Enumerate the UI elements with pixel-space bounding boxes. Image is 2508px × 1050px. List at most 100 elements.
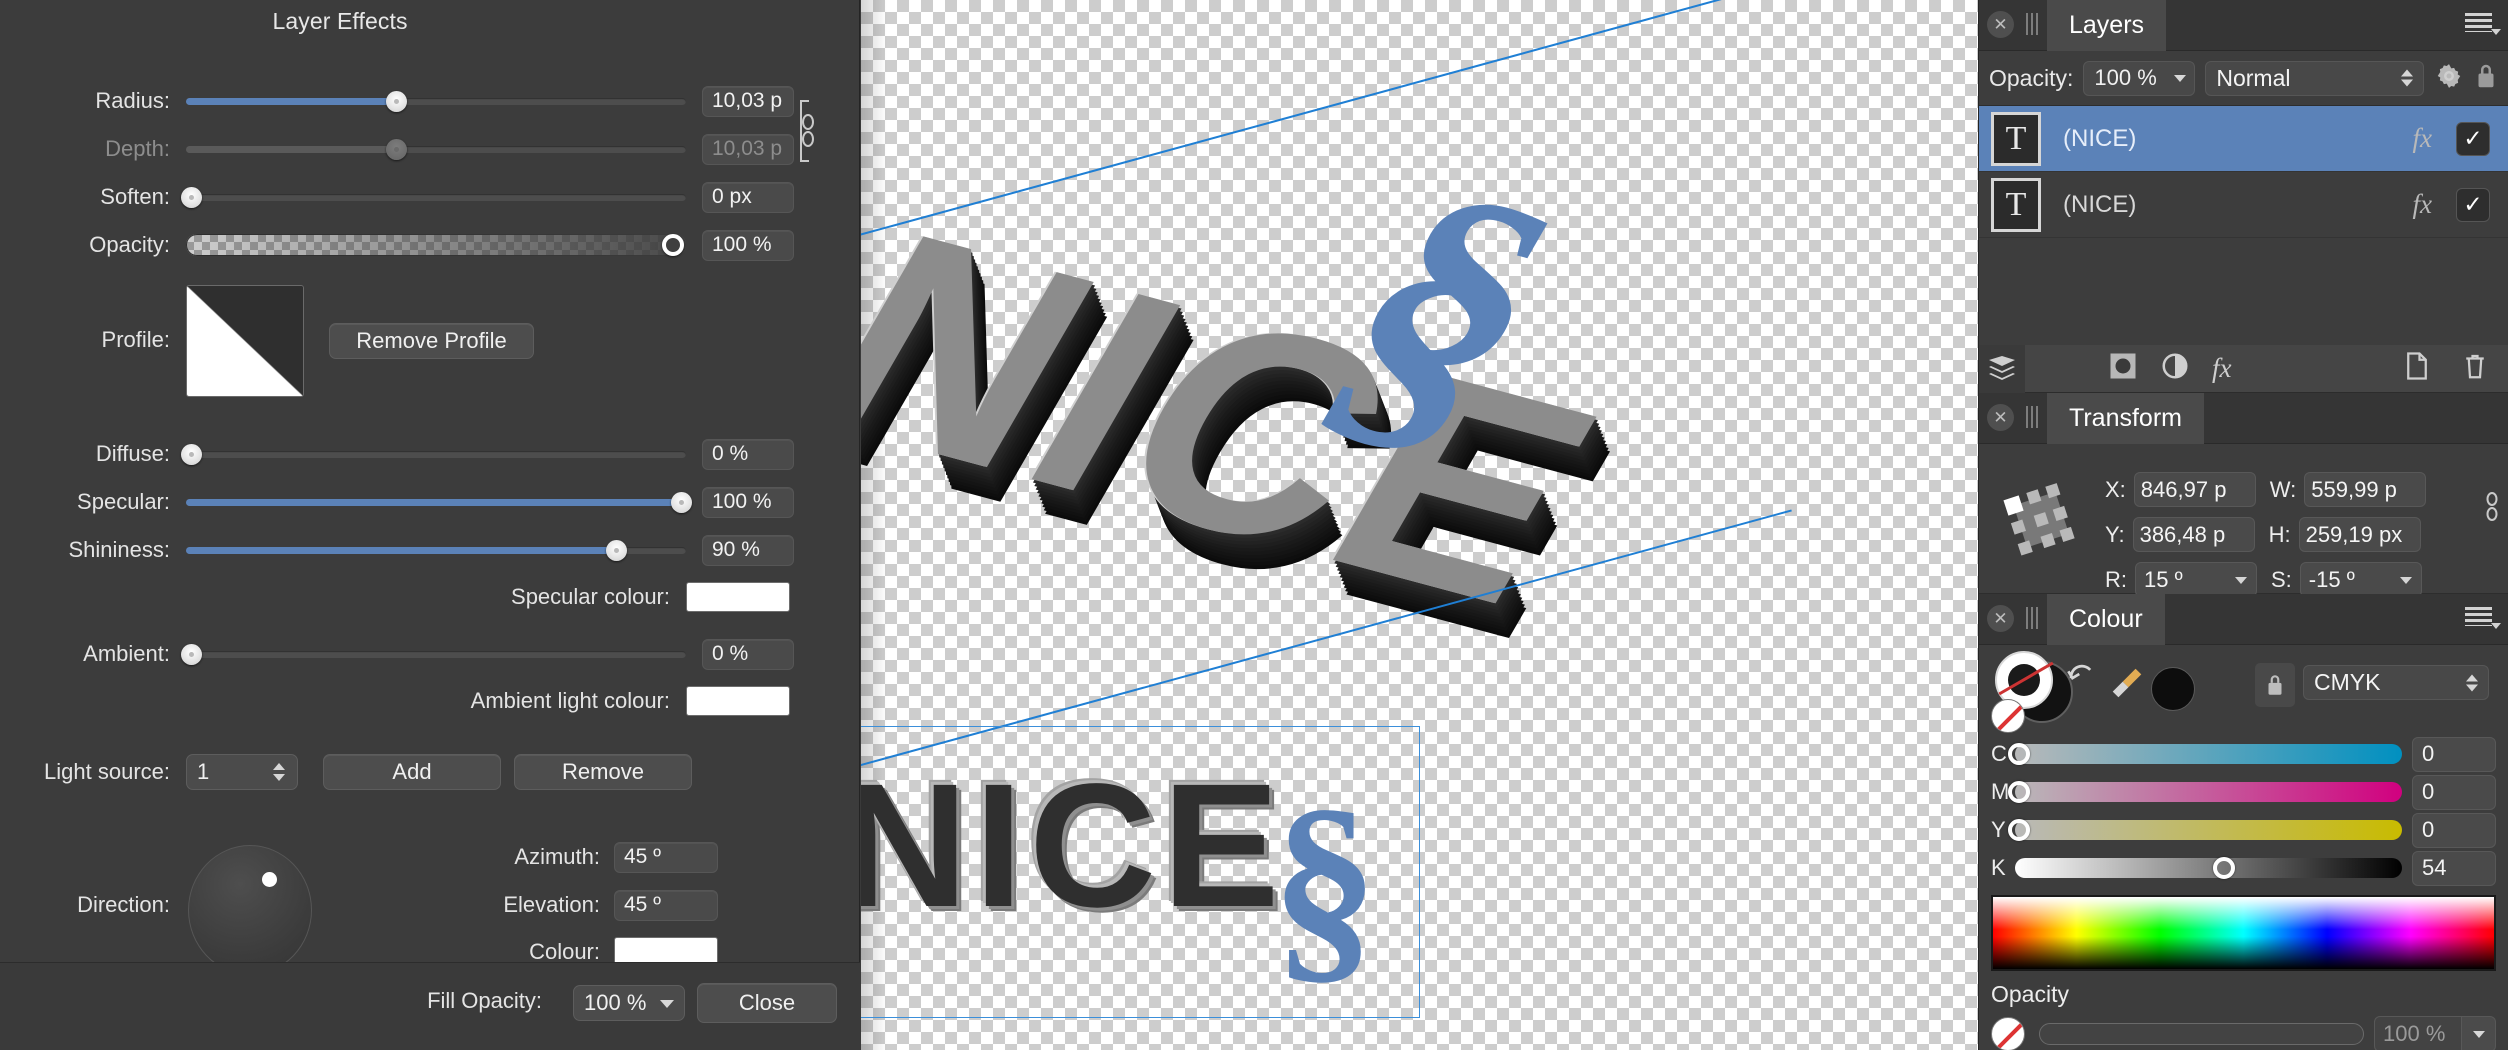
opacity-value[interactable]: 100 % [702,229,794,261]
stepper-arrows-icon[interactable] [2401,69,2413,87]
depth-row: Depth: 10,03 p [0,132,860,166]
colour-model-dropdown[interactable]: CMYK [2303,665,2489,700]
w-value[interactable]: 559,99 p [2304,472,2427,507]
panel-menu-icon[interactable] [2465,607,2501,629]
shininess-value[interactable]: 90 % [702,534,794,566]
shininess-slider[interactable] [186,539,686,561]
nice-text-bottom[interactable]: NICE [861,745,1286,947]
depth-slider[interactable] [186,138,686,160]
mask-icon[interactable] [2108,351,2138,386]
remove-light-button[interactable]: Remove [514,754,692,790]
layers-opacity-label: Opacity: [1989,64,2074,91]
diffuse-slider[interactable] [180,443,686,465]
radius-value[interactable]: 10,03 p [702,85,794,117]
k-value[interactable]: 54 [2412,850,2496,886]
delete-layer-icon[interactable] [2462,351,2488,386]
swap-colours-icon[interactable] [2065,659,2099,694]
layer-visibility-checkbox[interactable]: ✓ [2456,187,2490,222]
azimuth-value[interactable]: 45 º [614,841,718,873]
light-source-stepper[interactable]: 1 [186,754,298,790]
depth-value[interactable]: 10,03 p [702,133,794,165]
tab-colour[interactable]: Colour [2047,594,2165,645]
specular-colour-swatch[interactable] [686,582,790,612]
soften-slider[interactable] [180,186,686,208]
ambient-value[interactable]: 0 % [702,638,794,670]
link-wh-icon[interactable] [2484,486,2500,535]
c-value[interactable]: 0 [2412,736,2496,772]
soften-label: Soften: [100,184,170,209]
eyedropper-icon[interactable] [2107,663,2147,708]
ambient-light-colour-swatch[interactable] [686,686,790,716]
close-icon[interactable]: ✕ [1987,404,2014,431]
lock-icon[interactable] [2255,663,2295,707]
panel-menu-icon[interactable] [2465,13,2501,35]
colour-opacity-slider[interactable] [2039,1023,2364,1045]
k-slider[interactable] [2015,857,2402,879]
gear-icon[interactable] [2434,61,2464,96]
close-button[interactable]: Close [697,983,837,1023]
blend-mode-dropdown[interactable]: Normal [2205,60,2424,96]
layers-stack-icon[interactable] [1979,344,2025,393]
y-value[interactable]: 0 [2412,812,2496,848]
close-icon[interactable]: ✕ [1987,605,2014,632]
x-label: X: [2105,476,2126,502]
add-light-button[interactable]: Add [323,754,501,790]
fill-opacity-dropdown[interactable]: 100 % [573,985,685,1021]
opacity-slider-knob[interactable] [661,234,684,256]
opacity-none-icon[interactable] [1991,1017,2025,1050]
colour-opacity-value[interactable]: 100 % [2374,1016,2462,1050]
colour-opacity-dropdown-button[interactable] [2462,1016,2496,1050]
tab-layers[interactable]: Layers [2047,0,2167,51]
remove-profile-button[interactable]: Remove Profile [329,323,534,359]
layer-fx-icon[interactable]: fx [2413,123,2433,154]
section-sign-bottom[interactable]: § [1271,760,1379,1008]
s-value[interactable]: -15 º [2299,562,2422,597]
h-value[interactable]: 259,19 px [2298,517,2421,552]
opacity-slider[interactable] [186,234,686,256]
tab-transform[interactable]: Transform [2047,393,2204,444]
transform-anchor-widget[interactable] [1993,472,2087,571]
layer-row[interactable]: T (NICE) fx ✓ [1979,172,2508,238]
layers-opacity-dropdown[interactable]: 100 % [2083,60,2196,96]
lock-icon[interactable] [2474,61,2498,96]
close-icon[interactable]: ✕ [1987,11,2014,38]
layer-row[interactable]: T (NICE) fx ✓ [1979,106,2508,172]
chevron-down-icon [2472,1030,2485,1038]
s-value-text: -15 º [2308,566,2355,592]
drag-grip-icon[interactable] [2026,607,2038,629]
stepper-arrows-icon[interactable] [2466,674,2478,691]
specular-slider[interactable] [186,491,692,513]
w-label: W: [2269,476,2297,502]
layer-fx-icon[interactable]: fx [2413,189,2433,220]
link-radius-depth-icon[interactable] [795,95,817,172]
radius-slider[interactable] [186,90,686,112]
no-colour-swatch[interactable] [1991,699,2025,733]
fx-icon[interactable]: fx [2212,353,2232,384]
new-layer-icon[interactable] [2404,351,2430,386]
elevation-value[interactable]: 45 º [614,889,718,921]
m-slider[interactable] [2007,781,2402,803]
colour-spectrum-strip[interactable] [1991,895,2496,971]
drag-grip-icon[interactable] [2026,406,2038,428]
soften-value[interactable]: 0 px [702,181,794,213]
stepper-arrows-icon[interactable] [273,763,285,781]
colour-model-value: CMYK [2314,669,2381,695]
drag-grip-icon[interactable] [2026,13,2038,35]
radius-row: Radius: 10,03 p [0,84,860,118]
current-colour-swatch[interactable] [2151,667,2195,711]
profile-thumbnail[interactable] [186,285,304,397]
x-value[interactable]: 846,97 p [2133,472,2256,507]
r-value[interactable]: 15 º [2135,562,2257,597]
y-slider[interactable] [2007,819,2402,841]
layer-visibility-checkbox[interactable]: ✓ [2456,121,2490,156]
y-value[interactable]: 386,48 p [2132,517,2255,552]
c-slider[interactable] [2007,743,2402,765]
m-value[interactable]: 0 [2412,774,2496,810]
diffuse-value[interactable]: 0 % [702,438,794,470]
ambient-slider[interactable] [180,643,686,665]
chevron-down-icon [660,1000,674,1008]
adjustment-icon[interactable] [2160,351,2190,386]
colour-top-row: CMYK [1979,645,2508,735]
canvas-area[interactable]: NICE § NICE § [861,0,1978,1050]
specular-value[interactable]: 100 % [702,486,794,518]
